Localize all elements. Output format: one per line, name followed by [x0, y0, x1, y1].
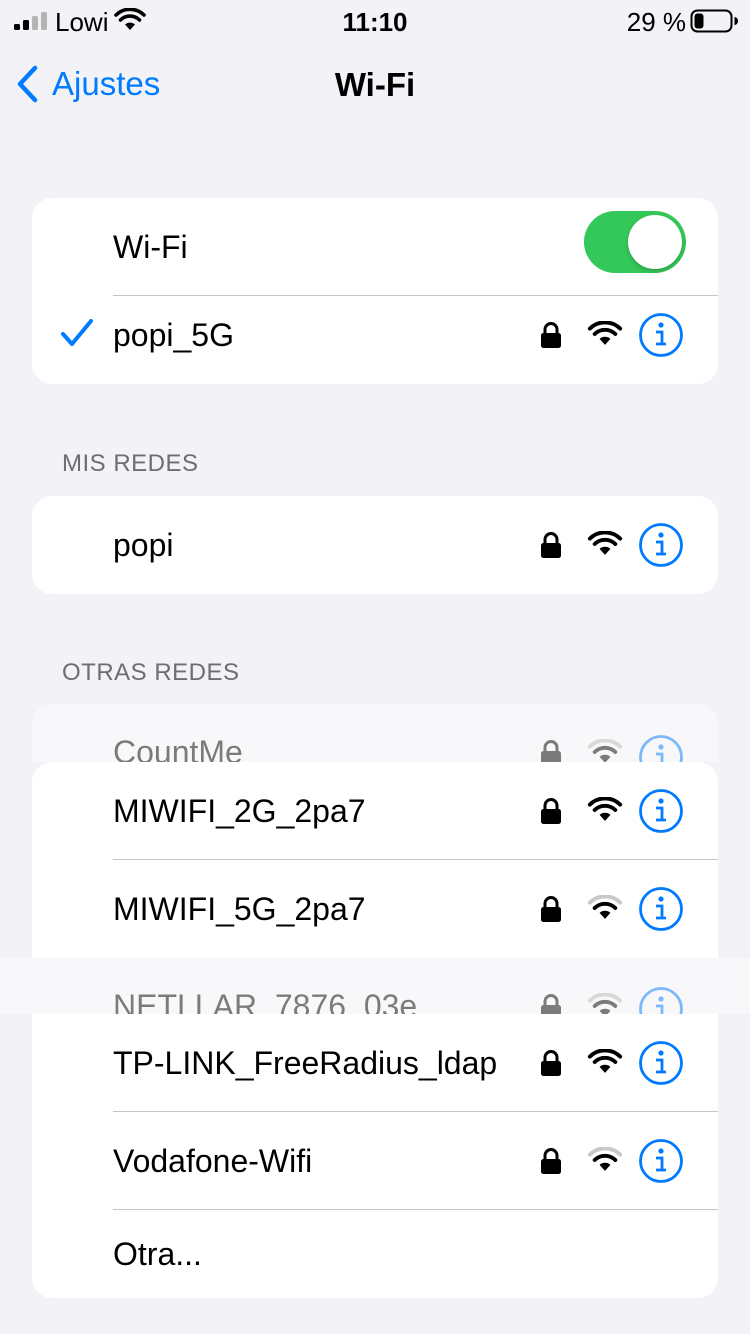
overlap-strip: NETLLAR_7876_03e [0, 958, 750, 1014]
network-row[interactable]: TP-LINK_FreeRadius_ldap [32, 1014, 718, 1112]
network-name: NETLLAR_7876_03e [113, 988, 418, 1014]
info-button-icon[interactable] [638, 886, 684, 932]
info-button-icon[interactable] [638, 788, 684, 834]
info-button-icon [639, 987, 683, 1014]
toggle-knob [628, 215, 682, 269]
wifi-toggle-label: Wi-Fi [113, 229, 188, 265]
network-row[interactable]: Vodafone-Wifi [32, 1112, 718, 1210]
navigation-bar: Ajustes Wi-Fi [0, 56, 750, 112]
wifi-signal-full-icon [587, 321, 623, 345]
checkmark-icon [61, 319, 93, 346]
wifi-signal-full-icon [587, 1049, 623, 1073]
lock-icon [541, 322, 561, 348]
info-button-icon[interactable] [638, 1138, 684, 1184]
lock-icon [541, 1050, 561, 1076]
wifi-signal-medium-icon [587, 993, 623, 1014]
wifi-signal-medium-icon [587, 895, 623, 919]
my-networks-header: MIS REDES [62, 450, 199, 477]
lock-icon [541, 532, 561, 558]
connected-network-row[interactable]: popi_5G [32, 286, 718, 384]
status-bar: Lowi 11:10 29 % [0, 0, 750, 44]
info-button-icon [639, 735, 683, 762]
wifi-signal-medium-icon [587, 1147, 623, 1171]
info-button-icon[interactable] [638, 522, 684, 568]
network-row[interactable]: popi [32, 496, 718, 594]
network-row[interactable]: MIWIFI_5G_2pa7 [32, 860, 718, 958]
lock-icon [541, 994, 561, 1014]
other-networks-card-b: TP-LINK_FreeRadius_ldap Vodafone-Wifi Ot… [32, 1014, 718, 1298]
wifi-signal-full-icon [587, 797, 623, 821]
lock-icon [541, 740, 561, 762]
lock-icon [541, 896, 561, 922]
battery-percent: 29 % [626, 7, 686, 37]
network-name: popi_5G [113, 317, 234, 353]
overlap-strip: CountMe [32, 704, 718, 762]
other-network-row[interactable]: Otra... [32, 1210, 718, 1298]
wifi-toggle-row: Wi-Fi [32, 198, 718, 296]
network-name: Vodafone-Wifi [113, 1143, 313, 1179]
network-name: TP-LINK_FreeRadius_ldap [113, 1045, 498, 1081]
info-button-icon[interactable] [638, 312, 684, 358]
page-title: Wi-Fi [334, 66, 416, 103]
battery-icon [690, 9, 738, 33]
other-networks-card-a: MIWIFI_2G_2pa7 MIWIFI_5G_2pa7 [32, 762, 718, 958]
lock-icon [541, 798, 561, 824]
other-network-label: Otra... [113, 1236, 202, 1272]
other-networks-header: OTRAS REDES [62, 659, 240, 686]
lock-icon [541, 1148, 561, 1174]
my-networks-card: popi [32, 496, 718, 594]
wifi-card: Wi-Fi popi_5G [32, 198, 718, 384]
wifi-signal-full-icon [587, 531, 623, 555]
network-name: popi [113, 527, 174, 563]
ghost-row-countme: CountMe [32, 704, 718, 762]
ghost-row-netllar: NETLLAR_7876_03e [32, 958, 718, 1014]
network-name: CountMe [113, 734, 243, 762]
info-button-icon[interactable] [638, 1040, 684, 1086]
wifi-signal-medium-icon [587, 739, 623, 762]
network-name: MIWIFI_2G_2pa7 [113, 793, 366, 829]
network-row[interactable]: MIWIFI_2G_2pa7 [32, 762, 718, 860]
network-name: MIWIFI_5G_2pa7 [113, 891, 366, 927]
wifi-toggle[interactable] [584, 211, 686, 273]
